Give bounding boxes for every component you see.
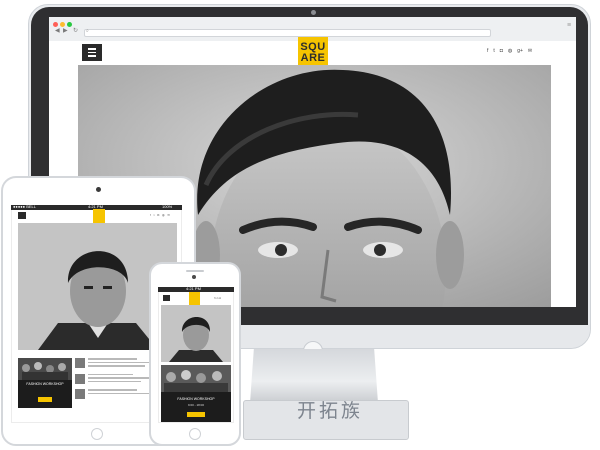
phone-home-button[interactable] <box>189 428 201 440</box>
menu-line <box>88 55 96 57</box>
phone-event-button[interactable] <box>187 412 205 417</box>
address-bar[interactable] <box>84 29 491 37</box>
phone-camera <box>192 275 196 279</box>
mail-icon[interactable]: ✉ <box>528 48 532 54</box>
phone-speaker <box>186 270 204 272</box>
phone-hero-image <box>161 305 231 362</box>
maximize-window-dot[interactable] <box>67 22 72 27</box>
pinterest-icon[interactable]: ◍ <box>508 48 512 54</box>
reload-icon[interactable]: ↻ <box>73 27 78 34</box>
phone-social-icons: f t ◘ ✉ <box>214 297 222 300</box>
watermark-text: 开拓族 <box>296 400 363 422</box>
tablet-event-button[interactable] <box>38 397 52 402</box>
facebook-icon[interactable]: f <box>487 48 488 54</box>
phone-portrait-photo <box>161 305 231 362</box>
google-plus-icon[interactable]: g+ <box>517 48 523 54</box>
logo-text-bottom: ARE <box>300 52 326 64</box>
monitor-camera <box>311 10 316 15</box>
news-thumbnail <box>75 389 85 399</box>
tablet-event-title: FASHION WORKSHOP <box>26 382 64 386</box>
menu-line <box>88 51 96 54</box>
phone-event-title: FASHION WORKSHOP <box>177 397 215 401</box>
phone-crowd-illustration <box>161 365 231 392</box>
tablet-carrier: ●●●●● BELL <box>13 204 36 209</box>
menu-lines-icon[interactable]: ≡ <box>567 22 571 29</box>
tablet-home-button[interactable] <box>91 428 103 440</box>
search-icon: ⌕ <box>86 28 89 34</box>
instagram-icon[interactable]: ◘ <box>500 48 503 54</box>
menu-line <box>88 48 96 50</box>
tablet-menu-button[interactable] <box>18 212 26 219</box>
tablet-crowd-photo <box>18 358 72 380</box>
phone-menu-button[interactable] <box>163 295 170 301</box>
tablet-social-icons: f t ◘ ◍ ✉ <box>150 213 171 217</box>
news-thumbnail <box>75 373 85 384</box>
tablet-battery: 100% <box>162 204 173 209</box>
monitor-stand <box>250 349 378 403</box>
social-links: f t ◘ ◍ g+ ✉ <box>487 48 532 54</box>
phone-logo[interactable] <box>189 292 200 305</box>
phone-crowd-photo <box>161 365 231 392</box>
hamburger-menu-button[interactable] <box>82 44 102 61</box>
twitter-icon[interactable]: t <box>493 48 494 54</box>
forward-arrow-icon[interactable]: ▶ <box>63 27 68 34</box>
back-arrow-icon[interactable]: ◀ <box>55 27 60 34</box>
tablet-logo[interactable] <box>93 209 105 224</box>
news-thumbnail <box>75 358 85 368</box>
tablet-camera <box>96 187 101 192</box>
phone-event-time: 9:00 - 18:00 <box>187 403 204 407</box>
